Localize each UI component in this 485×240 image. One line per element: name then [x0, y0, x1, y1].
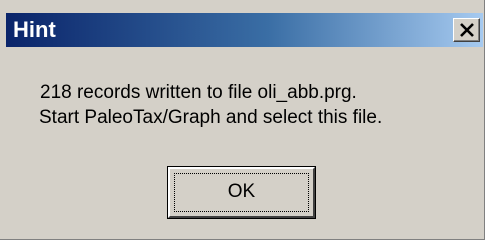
message-line: Start PaleoTax/Graph and select this fil…	[39, 107, 383, 128]
dialog-title: Hint	[13, 17, 56, 42]
hint-dialog: Hint 218 records written to file oli_abb…	[0, 0, 485, 240]
message-line: 218 records written to file oli_abb.prg.	[40, 82, 357, 103]
message-text: 218 records written to file oli_abb.prg.…	[39, 80, 480, 130]
ok-button[interactable]: OK	[168, 167, 315, 218]
title-bar[interactable]: Hint	[6, 13, 483, 47]
close-icon	[460, 23, 474, 37]
ok-button-label: OK	[227, 181, 256, 202]
close-button[interactable]	[453, 18, 480, 42]
